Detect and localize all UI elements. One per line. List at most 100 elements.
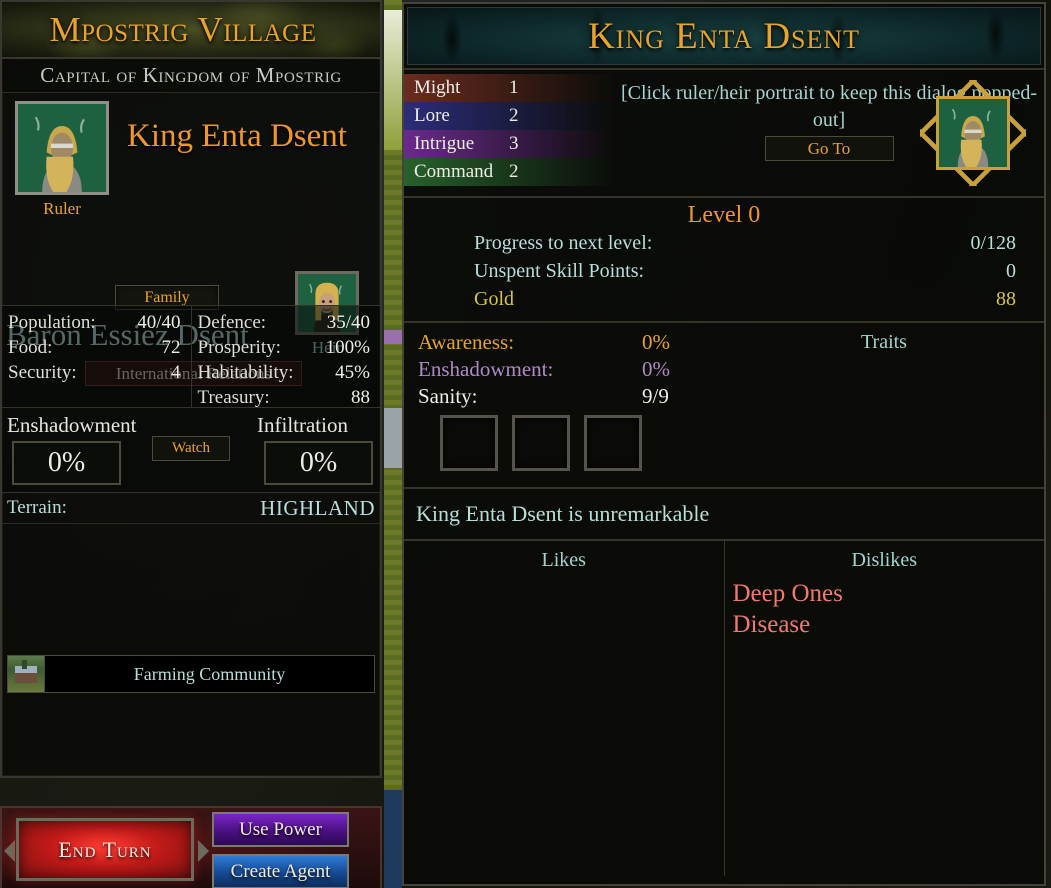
- settlement-panel: Mpostrig Village Capital of Kingdom of M…: [0, 0, 382, 778]
- settlement-stats: Population: 40/40 Food: 72 Security: 4 D…: [2, 305, 380, 408]
- map-feature: [384, 790, 402, 888]
- list-item: Disease: [732, 611, 811, 638]
- building-row[interactable]: Farming Community: [7, 655, 375, 693]
- row-label: Gold: [474, 288, 514, 310]
- char-enshadowment-value: 0%: [642, 357, 670, 381]
- stats-column-left: Population: 40/40 Food: 72 Security: 4: [2, 306, 191, 407]
- watch-button[interactable]: Watch: [152, 436, 230, 461]
- ruler-block: Ruler King Enta Dsent Family Baron Essie…: [2, 93, 380, 386]
- stat-value: 88: [351, 387, 370, 408]
- trait-slot-1[interactable]: [440, 415, 498, 471]
- character-portrait-frame[interactable]: [920, 80, 1026, 186]
- likes-dislikes-section: Likes Dislikes Deep Ones Disease: [404, 539, 1044, 876]
- attribute-value: 2: [509, 161, 519, 182]
- stat-value: 100%: [325, 337, 370, 358]
- level-title: Level 0: [687, 202, 761, 228]
- ruler-portrait[interactable]: [15, 101, 109, 195]
- attribute-intrigue: Intrigue 3: [404, 130, 614, 158]
- stat-population: Population: 40/40: [8, 310, 181, 335]
- enshadowment-value: 0%: [12, 441, 121, 485]
- attribute-value: 2: [509, 105, 519, 126]
- create-agent-button[interactable]: Create Agent: [212, 854, 349, 888]
- stat-label: Habitability:: [197, 362, 294, 383]
- building-name: Farming Community: [133, 663, 286, 684]
- left-column: Mpostrig Village Capital of Kingdom of M…: [0, 0, 392, 888]
- stat-label: Population:: [8, 312, 96, 333]
- enshadowment-infiltration-band: Enshadowment 0% Watch Infiltration 0%: [2, 408, 380, 493]
- skill-points-row: Unspent Skill Points: 0: [404, 257, 1044, 285]
- attribute-command: Command 2: [404, 158, 614, 186]
- stat-label: Food:: [8, 337, 53, 358]
- action-bar: End Turn Use Power Create Agent: [0, 806, 382, 888]
- settlement-subtitle: Capital of Kingdom of Mpostrig: [2, 59, 380, 93]
- stat-value: 4: [171, 362, 181, 383]
- settlement-name: Mpostrig Village: [49, 9, 317, 49]
- infiltration-value: 0%: [264, 441, 373, 485]
- awareness-value: 0%: [642, 330, 670, 354]
- row-label: Progress to next level:: [474, 232, 653, 254]
- terrain-value: HIGHLAND: [260, 495, 375, 520]
- sanity-value: 9/9: [642, 384, 669, 408]
- stat-label: Security:: [8, 362, 77, 383]
- likes-column: Likes: [404, 541, 724, 876]
- stat-value: 35/40: [326, 312, 370, 333]
- farm-icon: [8, 656, 45, 692]
- ruler-name[interactable]: King Enta Dsent: [127, 118, 380, 155]
- stat-label: Defence:: [197, 312, 267, 333]
- stats-column-right: Defence: 35/40 Prosperity: 100% Habitabi…: [190, 306, 381, 408]
- stat-label: Prosperity:: [197, 337, 281, 358]
- attribute-list: Might 1 Lore 2 Intrigue 3 Command 2: [404, 70, 614, 196]
- attribute-value: 3: [509, 133, 519, 154]
- level-section: Level 0 Progress to next level: 0/128 Un…: [404, 196, 1044, 321]
- awareness-traits-section: Awareness: 0% Enshadowment: 0% Sanity: 9…: [404, 321, 1044, 487]
- attribute-label: Intrigue: [414, 133, 475, 154]
- stat-value: 40/40: [137, 312, 181, 333]
- use-power-button[interactable]: Use Power: [212, 812, 349, 847]
- stat-value: 45%: [335, 362, 370, 383]
- arrow-left-icon: [4, 840, 15, 862]
- stat-defence: Defence: 35/40: [198, 310, 371, 335]
- stat-label: Treasury:: [197, 387, 270, 408]
- row-label: Unspent Skill Points:: [474, 260, 645, 282]
- terrain-row: Terrain: HIGHLAND: [2, 493, 380, 523]
- character-description: King Enta Dsent is unremarkable: [404, 487, 1044, 539]
- attribute-lore: Lore 2: [404, 102, 614, 130]
- map-feature: [384, 330, 402, 344]
- stat-value: 72: [161, 337, 181, 358]
- row-value: 0/128: [970, 232, 1016, 254]
- end-turn-button[interactable]: End Turn: [16, 818, 194, 881]
- gold-row: Gold 88: [404, 285, 1044, 313]
- go-to-button[interactable]: Go To: [764, 136, 894, 161]
- attribute-might: Might 1: [404, 74, 614, 102]
- level-progress-row: Progress to next level: 0/128: [404, 229, 1044, 257]
- attribute-label: Might: [414, 77, 461, 98]
- sanity-label: Sanity:: [418, 384, 478, 408]
- ruler-caption: Ruler: [43, 199, 81, 218]
- enshadowment-label: Enshadowment: [7, 413, 137, 437]
- awareness-label: Awareness:: [418, 330, 515, 354]
- infiltration-label: Infiltration: [257, 413, 348, 437]
- likes-list: [404, 572, 724, 578]
- arrow-right-icon: [198, 840, 209, 862]
- character-dialog: King Enta Dsent Might 1 Lore 2 Intrigue …: [402, 2, 1046, 886]
- trait-slot-2[interactable]: [512, 415, 570, 471]
- stat-security: Security: 4: [8, 360, 181, 385]
- attribute-label: Lore: [414, 105, 450, 126]
- trait-slot-3[interactable]: [584, 415, 642, 471]
- dislikes-list: Deep Ones Disease: [725, 572, 1045, 640]
- map-sliver[interactable]: [384, 0, 402, 888]
- settlement-title-bar: Mpostrig Village: [2, 2, 380, 59]
- map-feature: [384, 408, 402, 468]
- stat-habitability: Habitability: 45%: [198, 360, 371, 385]
- list-item: Deep Ones: [732, 580, 843, 607]
- character-name: King Enta Dsent: [587, 15, 861, 57]
- char-enshadowment-label: Enshadowment:: [418, 357, 554, 381]
- terrain-label: Terrain:: [7, 497, 67, 518]
- character-top-section: Might 1 Lore 2 Intrigue 3 Command 2 [Cli…: [404, 68, 1044, 196]
- character-portrait[interactable]: [936, 96, 1010, 170]
- character-title-bar: King Enta Dsent: [407, 7, 1041, 65]
- row-value: 88: [996, 288, 1016, 310]
- row-value: 0: [1006, 260, 1016, 282]
- dislikes-label: Dislikes: [851, 549, 918, 571]
- traits-label: Traits: [861, 331, 907, 353]
